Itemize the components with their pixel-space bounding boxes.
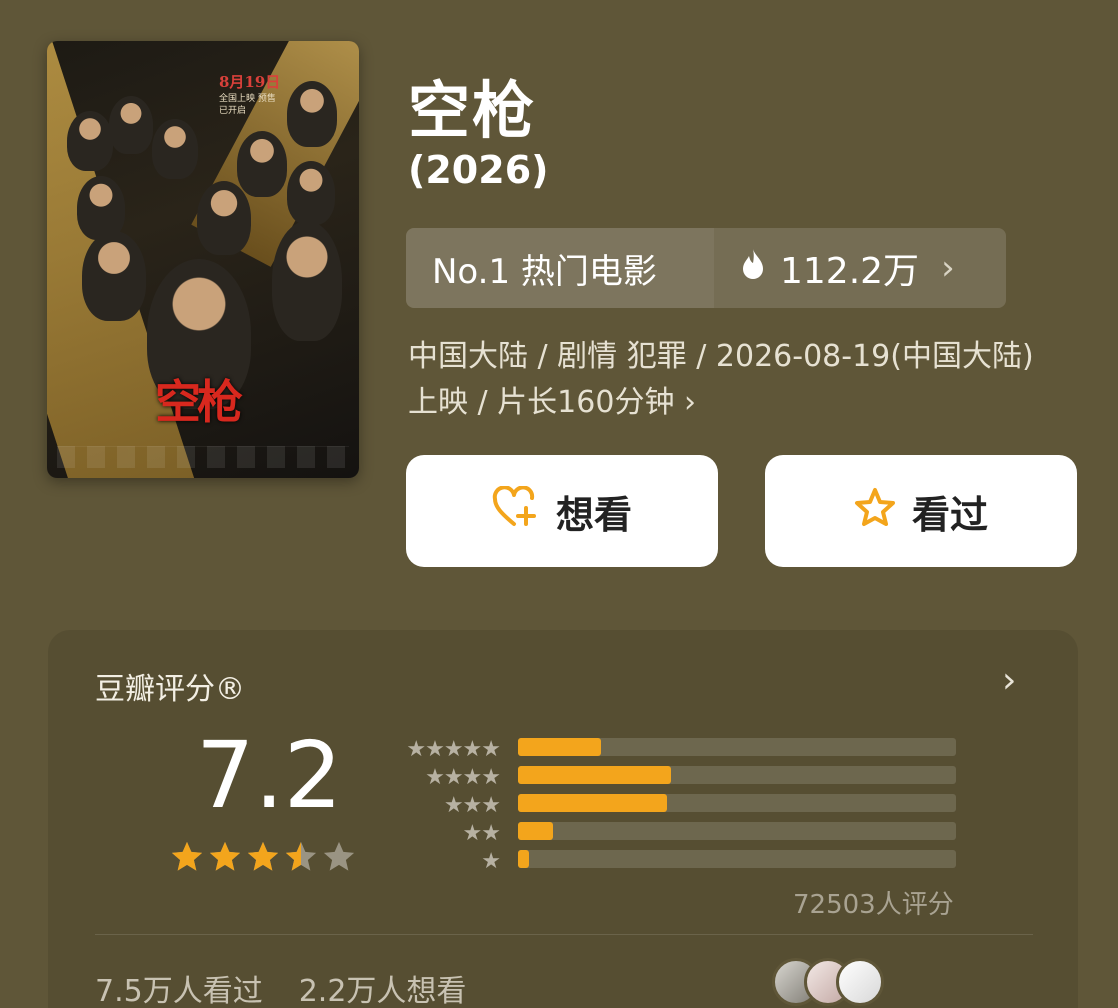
heat-count: 112.2万: [780, 251, 920, 292]
divider: [95, 934, 1033, 935]
histogram-bar: [518, 766, 672, 784]
chevron-right-icon[interactable]: ›: [1002, 660, 1016, 701]
histogram-bar: [518, 794, 667, 812]
seen-label: 看过: [911, 492, 988, 537]
want-count: 2.2万人想看: [298, 974, 467, 1008]
histogram-row: ★★★: [390, 793, 960, 818]
want-label: 想看: [555, 492, 632, 537]
watched-button[interactable]: 看过: [765, 455, 1077, 567]
heart-plus-icon: [492, 484, 540, 537]
histogram-track: [518, 822, 956, 840]
histogram-stars-label: ★★★★: [425, 765, 501, 790]
rating-count: 72503人评分: [793, 890, 954, 920]
meta-text: 中国大陆 / 剧情 犯罪 / 2026-08-19(中国大陆)上映 / 片长16…: [408, 339, 1034, 420]
histogram-stars-label: ★★★★★: [406, 737, 501, 762]
avatar: [836, 958, 884, 1006]
histogram-track: [518, 794, 956, 812]
poster-title: 空枪: [155, 375, 243, 429]
histogram-stars-label: ★★: [462, 821, 501, 846]
star-icon: [209, 841, 241, 871]
movie-year: (2026): [408, 148, 549, 192]
rank-label: No.1 热门电影: [406, 228, 714, 308]
histogram-bar: [518, 850, 529, 868]
rating-score: 7.2: [196, 722, 343, 829]
histogram-track: [518, 738, 956, 756]
poster-figure: [67, 111, 113, 171]
rating-stars: [170, 840, 356, 874]
histogram-row: ★★: [390, 821, 960, 846]
poster-figure: [272, 221, 342, 341]
heat-value: 112.2万 ›: [714, 228, 1006, 308]
histogram-row: ★★★★: [390, 765, 960, 790]
histogram-bar: [518, 822, 554, 840]
hot-rank-pill[interactable]: No.1 热门电影 112.2万 ›: [406, 228, 1006, 308]
histogram-track: [518, 850, 956, 868]
star-icon: [323, 841, 355, 871]
poster-date: 8月19日: [219, 73, 281, 91]
poster-figure: [152, 119, 198, 179]
poster-figure: [109, 96, 153, 154]
poster-figure: [287, 161, 335, 225]
histogram-bar: [518, 738, 602, 756]
histogram-row: ★★★★★: [390, 737, 960, 762]
histogram-track: [518, 766, 956, 784]
poster-subtitle: 全国上映 预售已开启: [219, 94, 276, 116]
poster-figure: [287, 81, 337, 147]
poster-figure: [237, 131, 287, 197]
star-icon: [171, 841, 203, 871]
movie-title: 空枪: [408, 74, 537, 147]
chevron-right-icon: ›: [684, 385, 696, 420]
seen-count: 7.5万人看过: [95, 974, 263, 1008]
histogram-stars-label: ★: [481, 849, 501, 874]
movie-poster[interactable]: 8月19日 全国上映 预售已开启 空枪: [47, 41, 359, 478]
star-icon: [247, 841, 279, 871]
poster-credits: [57, 446, 349, 468]
movie-meta[interactable]: 中国大陆 / 剧情 犯罪 / 2026-08-19(中国大陆)上映 / 片长16…: [408, 334, 1058, 426]
rating-card-title: 豆瓣评分®: [95, 672, 245, 707]
histogram-stars-label: ★★★: [443, 793, 501, 818]
flame-icon: [740, 248, 766, 289]
chevron-right-icon: ›: [941, 248, 955, 288]
audience-stats[interactable]: 7.5万人看过 2.2万人想看: [95, 966, 466, 1008]
friend-avatars[interactable]: [772, 958, 884, 1008]
histogram-row: ★: [390, 849, 960, 874]
star-outline-icon: [854, 487, 896, 536]
star-icon: [285, 841, 317, 871]
poster-figure: [197, 181, 251, 255]
poster-figure: [82, 231, 146, 321]
want-to-watch-button[interactable]: 想看: [406, 455, 718, 567]
